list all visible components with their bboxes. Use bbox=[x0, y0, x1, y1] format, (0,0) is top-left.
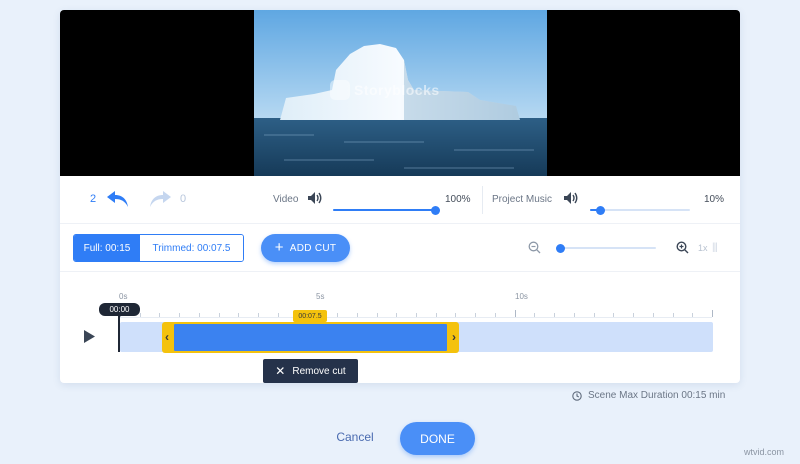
timeline-tick bbox=[258, 313, 260, 317]
zoom-thumb[interactable] bbox=[555, 243, 565, 253]
video-volume-thumb[interactable] bbox=[430, 205, 440, 215]
cut-region[interactable]: ‹ › bbox=[162, 322, 459, 353]
timeline-tick bbox=[198, 313, 200, 317]
add-cut-label: ADD CUT bbox=[289, 242, 337, 254]
video-volume-label: Video bbox=[273, 194, 299, 205]
timeline-tick bbox=[416, 313, 417, 317]
timeline-tick bbox=[356, 313, 358, 317]
music-speaker-icon[interactable] bbox=[563, 191, 579, 210]
divider bbox=[482, 186, 483, 214]
timeline-tick bbox=[514, 310, 516, 317]
timeline-tick bbox=[494, 313, 496, 317]
playhead-time[interactable]: 00:00 bbox=[99, 303, 140, 316]
timeline-tick bbox=[534, 313, 536, 317]
site-watermark: wtvid.com bbox=[744, 447, 785, 457]
video-volume-value: 100% bbox=[445, 194, 471, 205]
zoom-in-icon[interactable] bbox=[676, 241, 689, 259]
music-volume-thumb[interactable] bbox=[595, 205, 605, 215]
video-speaker-icon[interactable] bbox=[307, 191, 323, 210]
timeline-tick bbox=[672, 313, 674, 317]
timeline: 0s 5s 10s ‹ › 00:07.5 00:00 ✕ Remove cut bbox=[60, 272, 740, 383]
timeline-tick bbox=[396, 313, 398, 317]
timeline-tick bbox=[613, 313, 615, 317]
audio-controls: 2 0 Video 100% Project Music 10% bbox=[60, 176, 740, 224]
cut-selection bbox=[174, 324, 447, 351]
playhead[interactable] bbox=[118, 316, 120, 352]
timeline-tick bbox=[435, 313, 437, 317]
tick-label-5s: 5s bbox=[316, 292, 325, 301]
timeline-tick bbox=[652, 313, 654, 317]
zoom-bars-icon: ||| bbox=[712, 242, 718, 253]
max-duration-note: Scene Max Duration 00:15 min bbox=[572, 390, 725, 401]
timeline-tick bbox=[455, 313, 457, 317]
music-volume-track bbox=[590, 209, 690, 211]
remove-cut-button[interactable]: ✕ Remove cut bbox=[263, 359, 358, 383]
music-volume-value: 10% bbox=[704, 194, 725, 205]
watermark-text: Storyblocks bbox=[354, 82, 440, 98]
music-volume-label: Project Music bbox=[492, 194, 553, 205]
trim-toolbar: Full: 00:15 Trimmed: 00:07.5 + ADD CUT 1… bbox=[60, 224, 740, 272]
timeline-ticks bbox=[120, 305, 713, 317]
redo-count: 0 bbox=[180, 193, 187, 205]
timeline-tick bbox=[554, 313, 556, 317]
remove-cut-label: Remove cut bbox=[292, 365, 346, 377]
editor-card: Storyblocks 2 0 Video 100% Project Music… bbox=[60, 10, 740, 383]
timeline-tick bbox=[376, 313, 378, 317]
cut-end-handle[interactable]: › bbox=[452, 330, 456, 344]
timeline-tick bbox=[179, 313, 181, 317]
timeline-tick bbox=[593, 313, 595, 317]
clock-icon bbox=[572, 390, 582, 401]
add-cut-button[interactable]: + ADD CUT bbox=[261, 234, 350, 262]
redo-icon[interactable] bbox=[148, 190, 172, 213]
timeline-tick bbox=[238, 313, 240, 317]
video-frame[interactable]: Storyblocks bbox=[254, 10, 547, 176]
done-button[interactable]: DONE bbox=[400, 422, 475, 455]
undo-count: 2 bbox=[90, 193, 97, 205]
zoom-track bbox=[560, 247, 656, 249]
timeline-tick bbox=[277, 313, 279, 317]
video-volume-fill bbox=[333, 209, 435, 211]
timeline-tick bbox=[633, 313, 635, 317]
close-icon: ✕ bbox=[275, 364, 286, 378]
trimmed-duration-tab[interactable]: Trimmed: 00:07.5 bbox=[140, 235, 243, 261]
video-preview: Storyblocks bbox=[60, 10, 740, 176]
timeline-tick bbox=[159, 313, 161, 317]
timeline-tick bbox=[337, 313, 339, 317]
tick-label-0s: 0s bbox=[119, 292, 128, 301]
timeline-tick bbox=[573, 313, 575, 317]
tick-label-10s: 10s bbox=[515, 292, 528, 301]
timeline-ruler bbox=[120, 317, 712, 318]
duration-toggle: Full: 00:15 Trimmed: 00:07.5 bbox=[73, 234, 244, 262]
zoom-out-icon[interactable] bbox=[528, 241, 541, 259]
play-icon[interactable] bbox=[83, 329, 96, 349]
timeline-tick bbox=[139, 313, 141, 317]
max-duration-text: Scene Max Duration 00:15 min bbox=[588, 390, 726, 401]
cut-start-handle[interactable]: ‹ bbox=[165, 330, 169, 344]
timeline-tick bbox=[712, 310, 713, 317]
cancel-button[interactable]: Cancel bbox=[330, 430, 380, 444]
timeline-tick bbox=[692, 313, 694, 317]
timeline-tick bbox=[475, 313, 477, 317]
plus-icon: + bbox=[274, 239, 284, 256]
undo-icon[interactable] bbox=[106, 190, 130, 213]
cut-time-badge: 00:07.5 bbox=[293, 310, 327, 322]
zoom-level: 1x bbox=[698, 243, 708, 253]
timeline-tick bbox=[218, 313, 220, 317]
watermark: Storyblocks bbox=[330, 80, 440, 100]
full-duration-tab[interactable]: Full: 00:15 bbox=[74, 235, 140, 261]
watermark-logo-icon bbox=[330, 80, 350, 100]
